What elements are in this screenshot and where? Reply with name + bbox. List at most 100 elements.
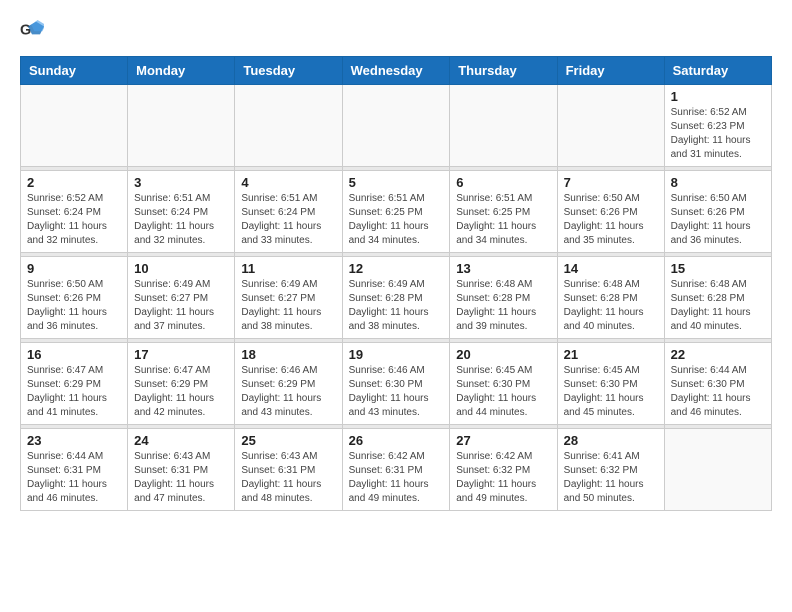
calendar-cell: 21 Sunrise: 6:45 AM Sunset: 6:30 PM Dayli… [557,343,664,425]
day-info: Sunrise: 6:42 AM Sunset: 6:31 PM Dayligh… [349,450,444,506]
day-info: Sunrise: 6:44 AM Sunset: 6:30 PM Dayligh… [671,364,765,420]
calendar-cell: 20Sunrise: 6:45 AM Sunset: 6:30 PM Dayli… [450,343,557,425]
day-number: 22 [671,347,765,362]
calendar-cell [342,85,450,167]
calendar-cell: 28Sunrise: 6:41 AM Sunset: 6:32 PM Dayli… [557,429,664,511]
day-number: 5 [349,175,444,190]
calendar-cell: 8 Sunrise: 6:50 AM Sunset: 6:26 PM Daylig… [664,171,771,253]
day-number: 2 [27,175,121,190]
weekday-header-monday: Monday [128,57,235,85]
day-info: Sunrise: 6:48 AM Sunset: 6:28 PM Dayligh… [456,278,550,334]
calendar-week-5: 23 Sunrise: 6:44 AM Sunset: 6:31 PM Dayli… [21,429,772,511]
logo-icon: G [20,20,44,40]
calendar-cell: 14Sunrise: 6:48 AM Sunset: 6:28 PM Dayli… [557,257,664,339]
page-header: G [20,20,772,40]
day-info: Sunrise: 6:49 AM Sunset: 6:28 PM Dayligh… [349,278,444,334]
day-info: Sunrise: 6:47 AM Sunset: 6:29 PM Dayligh… [27,364,121,420]
day-number: 26 [349,433,444,448]
day-info: Sunrise: 6:47 AM Sunset: 6:29 PM Dayligh… [134,364,228,420]
calendar-cell: 2 Sunrise: 6:52 AM Sunset: 6:24 PM Daylig… [21,171,128,253]
day-number: 15 [671,261,765,276]
day-number: 6 [456,175,550,190]
day-info: Sunrise: 6:48 AM Sunset: 6:28 PM Dayligh… [564,278,658,334]
day-number: 19 [349,347,444,362]
calendar-cell: 18 Sunrise: 6:46 AM Sunset: 6:29 PM Dayli… [235,343,342,425]
calendar-week-3: 9 Sunrise: 6:50 AM Sunset: 6:26 PM Daylig… [21,257,772,339]
calendar-cell: 26 Sunrise: 6:42 AM Sunset: 6:31 PM Dayli… [342,429,450,511]
calendar-table: SundayMondayTuesdayWednesdayThursdayFrid… [20,56,772,511]
day-number: 16 [27,347,121,362]
logo: G [20,20,48,40]
calendar-cell: 22 Sunrise: 6:44 AM Sunset: 6:30 PM Dayli… [664,343,771,425]
calendar-cell: 4Sunrise: 6:51 AM Sunset: 6:24 PM Daylig… [235,171,342,253]
day-number: 1 [671,89,765,104]
calendar-cell: 17 Sunrise: 6:47 AM Sunset: 6:29 PM Dayli… [128,343,235,425]
calendar-cell: 12 Sunrise: 6:49 AM Sunset: 6:28 PM Dayli… [342,257,450,339]
calendar-cell: 6 Sunrise: 6:51 AM Sunset: 6:25 PM Daylig… [450,171,557,253]
day-number: 12 [349,261,444,276]
day-info: Sunrise: 6:52 AM Sunset: 6:24 PM Dayligh… [27,192,121,248]
weekday-header-friday: Friday [557,57,664,85]
calendar-cell: 16 Sunrise: 6:47 AM Sunset: 6:29 PM Dayli… [21,343,128,425]
day-number: 18 [241,347,335,362]
day-info: Sunrise: 6:45 AM Sunset: 6:30 PM Dayligh… [456,364,550,420]
day-number: 4 [241,175,335,190]
day-info: Sunrise: 6:50 AM Sunset: 6:26 PM Dayligh… [27,278,121,334]
day-info: Sunrise: 6:44 AM Sunset: 6:31 PM Dayligh… [27,450,121,506]
day-number: 8 [671,175,765,190]
calendar-cell: 10 Sunrise: 6:49 AM Sunset: 6:27 PM Dayli… [128,257,235,339]
day-info: Sunrise: 6:49 AM Sunset: 6:27 PM Dayligh… [134,278,228,334]
day-info: Sunrise: 6:49 AM Sunset: 6:27 PM Dayligh… [241,278,335,334]
calendar-cell: 7 Sunrise: 6:50 AM Sunset: 6:26 PM Daylig… [557,171,664,253]
calendar-cell [21,85,128,167]
day-number: 13 [456,261,550,276]
calendar-cell [128,85,235,167]
calendar-cell: 5 Sunrise: 6:51 AM Sunset: 6:25 PM Daylig… [342,171,450,253]
day-info: Sunrise: 6:43 AM Sunset: 6:31 PM Dayligh… [134,450,228,506]
day-number: 17 [134,347,228,362]
weekday-header-thursday: Thursday [450,57,557,85]
day-info: Sunrise: 6:52 AM Sunset: 6:23 PM Dayligh… [671,106,765,162]
calendar-header-row: SundayMondayTuesdayWednesdayThursdayFrid… [21,57,772,85]
day-number: 23 [27,433,121,448]
svg-text:G: G [20,22,31,38]
calendar-cell [664,429,771,511]
calendar-cell [557,85,664,167]
calendar-cell: 27Sunrise: 6:42 AM Sunset: 6:32 PM Dayli… [450,429,557,511]
day-info: Sunrise: 6:51 AM Sunset: 6:25 PM Dayligh… [349,192,444,248]
day-info: Sunrise: 6:51 AM Sunset: 6:25 PM Dayligh… [456,192,550,248]
weekday-header-wednesday: Wednesday [342,57,450,85]
calendar-cell: 3 Sunrise: 6:51 AM Sunset: 6:24 PM Daylig… [128,171,235,253]
day-number: 24 [134,433,228,448]
calendar-cell: 25 Sunrise: 6:43 AM Sunset: 6:31 PM Dayli… [235,429,342,511]
day-info: Sunrise: 6:45 AM Sunset: 6:30 PM Dayligh… [564,364,658,420]
day-info: Sunrise: 6:50 AM Sunset: 6:26 PM Dayligh… [564,192,658,248]
day-number: 9 [27,261,121,276]
day-number: 27 [456,433,550,448]
day-info: Sunrise: 6:48 AM Sunset: 6:28 PM Dayligh… [671,278,765,334]
day-info: Sunrise: 6:50 AM Sunset: 6:26 PM Dayligh… [671,192,765,248]
day-info: Sunrise: 6:41 AM Sunset: 6:32 PM Dayligh… [564,450,658,506]
calendar-cell: 15 Sunrise: 6:48 AM Sunset: 6:28 PM Dayli… [664,257,771,339]
calendar-cell: 23 Sunrise: 6:44 AM Sunset: 6:31 PM Dayli… [21,429,128,511]
calendar-cell [235,85,342,167]
day-number: 10 [134,261,228,276]
calendar-cell [450,85,557,167]
calendar-cell: 24 Sunrise: 6:43 AM Sunset: 6:31 PM Dayli… [128,429,235,511]
day-info: Sunrise: 6:43 AM Sunset: 6:31 PM Dayligh… [241,450,335,506]
calendar-cell: 13 Sunrise: 6:48 AM Sunset: 6:28 PM Dayli… [450,257,557,339]
weekday-header-sunday: Sunday [21,57,128,85]
calendar-cell: 9 Sunrise: 6:50 AM Sunset: 6:26 PM Daylig… [21,257,128,339]
day-info: Sunrise: 6:51 AM Sunset: 6:24 PM Dayligh… [134,192,228,248]
day-number: 3 [134,175,228,190]
day-number: 25 [241,433,335,448]
day-number: 7 [564,175,658,190]
calendar-week-1: 1 Sunrise: 6:52 AM Sunset: 6:23 PM Daylig… [21,85,772,167]
calendar-week-4: 16 Sunrise: 6:47 AM Sunset: 6:29 PM Dayli… [21,343,772,425]
day-info: Sunrise: 6:46 AM Sunset: 6:29 PM Dayligh… [241,364,335,420]
calendar-cell: 19Sunrise: 6:46 AM Sunset: 6:30 PM Dayli… [342,343,450,425]
weekday-header-saturday: Saturday [664,57,771,85]
day-number: 11 [241,261,335,276]
day-number: 21 [564,347,658,362]
weekday-header-tuesday: Tuesday [235,57,342,85]
